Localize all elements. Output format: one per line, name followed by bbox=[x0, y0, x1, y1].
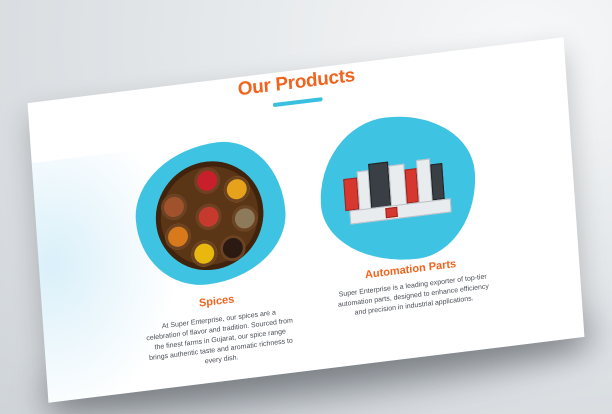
spice-bowl bbox=[164, 222, 192, 252]
section-title: Our Products bbox=[237, 64, 356, 101]
spice-bowl bbox=[193, 166, 221, 196]
title-underline bbox=[272, 97, 323, 108]
spice-bowl bbox=[222, 174, 251, 204]
spice-bowl bbox=[190, 239, 219, 269]
spices-description: At Super Enterprise, our spices are a ce… bbox=[146, 309, 294, 366]
spice-bowl bbox=[194, 202, 223, 232]
part-module bbox=[385, 206, 398, 219]
spice-bowl bbox=[231, 203, 259, 234]
mockup-scene: Our Products Spices At Super Enterprise,… bbox=[0, 0, 612, 414]
part-module bbox=[430, 162, 445, 201]
automation-parts-image[interactable] bbox=[342, 152, 456, 227]
spice-bowl bbox=[160, 192, 188, 222]
